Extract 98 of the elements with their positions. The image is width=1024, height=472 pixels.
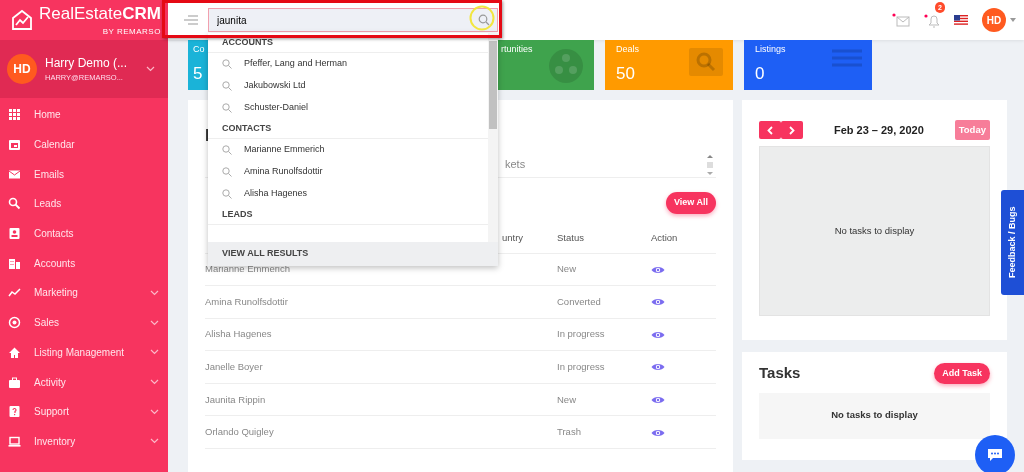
user-name: Harry Demo (... [45,55,127,73]
empty-message: No tasks to display [831,408,918,423]
result-item[interactable]: Marianne Emmerich [208,139,488,161]
column-header: Status [557,231,584,243]
cursor-highlight-icon [469,5,495,31]
sidebar-item[interactable]: Accounts [0,248,168,279]
chat-icon [987,448,1003,462]
table-cell: Marianne Emmerich [205,263,290,275]
scroll-arrows-icon [706,154,714,176]
next-button[interactable] [781,121,803,140]
sidebar-item[interactable]: Home [0,100,168,130]
search-icon [222,59,232,69]
feedback-tab[interactable]: Feedback / Bugs [1001,190,1024,295]
table-cell: Janelle Boyer [205,360,263,372]
chevron-icon[interactable] [145,65,156,73]
logo-subtitle: BY REMARSO [101,26,161,38]
list-icon [832,48,862,68]
search-field[interactable]: jaunita [208,8,498,32]
view-all-results-link[interactable]: VIEW ALL RESULTS [208,242,498,266]
eye-icon[interactable] [651,427,665,438]
group-icon [548,48,584,84]
chevron-icon [149,288,160,297]
result-item[interactable]: Amina Runolfsdottir [208,161,488,183]
grid-icon [8,108,21,122]
sidebar-item[interactable]: Leads [0,189,168,219]
table-cell: Amina Runolfsdottir [205,295,288,307]
chevron-icon [149,318,160,327]
sidebar-item[interactable]: Contacts [0,218,168,249]
house-icon [8,345,21,359]
search-icon [689,48,723,76]
user-avatar[interactable]: HD [982,8,1006,32]
eye-icon[interactable] [651,297,665,308]
briefcase-icon [8,375,21,389]
column-header: untry [502,231,524,243]
stat-card[interactable]: Listings 0 [744,40,872,90]
building-icon [8,256,21,270]
flag-icon[interactable] [954,15,968,25]
sidebar-item[interactable]: Marketing [0,278,168,308]
scrollbar[interactable] [488,33,498,242]
search-icon [222,167,232,177]
result-item[interactable]: Schuster-Daniel [208,97,488,119]
chevron-icon [149,437,160,446]
panel-title: Tasks [759,363,801,383]
table-cell: Converted [557,295,601,307]
search-icon [222,81,232,91]
column-header: Action [651,231,678,243]
chat-button[interactable] [975,435,1015,472]
table-cell: New [557,263,576,275]
add-task-button[interactable]: Add Task [934,362,990,384]
sidebar-item[interactable]: Support [0,396,168,427]
table-cell: New [557,393,576,405]
chevron-icon [149,348,160,357]
view-all-button[interactable]: View All [666,192,716,214]
sidebar-item[interactable]: Sales [0,307,168,338]
previous-button[interactable] [759,121,781,140]
panel-heading: I [205,126,210,144]
table-cell: Alisha Hagenes [205,328,272,340]
table-cell: Jaunita Rippin [205,393,266,405]
eye-icon[interactable] [651,329,665,340]
target-icon [8,316,21,330]
section-heading: LEADS [208,205,488,225]
calendar-icon [8,138,21,152]
contact-card-icon [8,227,21,241]
empty-message: No tasks to display [834,224,915,239]
chevron-right-icon [789,126,795,136]
user-avatar[interactable]: HD [7,54,37,84]
stat-card[interactable]: Deals 50 [605,40,733,90]
caret-icon[interactable] [1010,18,1016,22]
sidebar-item[interactable]: Listing Management [0,337,168,368]
logo-icon [10,8,34,32]
sidebar-item[interactable]: Calendar [0,129,168,160]
table-cell: Trash [557,426,581,438]
eye-icon[interactable] [651,264,665,275]
search-icon [222,189,232,199]
bell-icon[interactable] [924,12,940,29]
eye-icon[interactable] [651,362,665,373]
logo-text: RealEstateCRM [39,4,161,23]
search-icon [222,103,232,113]
search-icon [222,145,232,155]
table-cell: In progress [557,360,605,372]
search-icon [8,197,21,211]
result-item[interactable]: Alisha Hagenes [208,183,488,205]
help-icon [8,405,21,419]
sidebar-item[interactable]: Inventory [0,426,168,457]
table-cell: Orlando Quigley [205,426,274,438]
eye-icon[interactable] [651,395,665,406]
section-heading: CONTACTS [208,119,488,139]
date-range: Feb 23 – 29, 2020 [833,122,924,138]
chevron-icon [149,378,160,387]
chevron-left-icon [767,126,773,136]
search-icon [478,14,490,26]
today-button[interactable]: Today [954,120,990,141]
sidebar-item[interactable]: Activity [0,367,168,397]
mail-icon[interactable] [892,13,910,27]
laptop-icon [8,434,21,448]
chevron-icon [149,407,160,416]
table-cell: In progress [557,328,605,340]
sidebar-item[interactable]: Emails [0,159,168,190]
